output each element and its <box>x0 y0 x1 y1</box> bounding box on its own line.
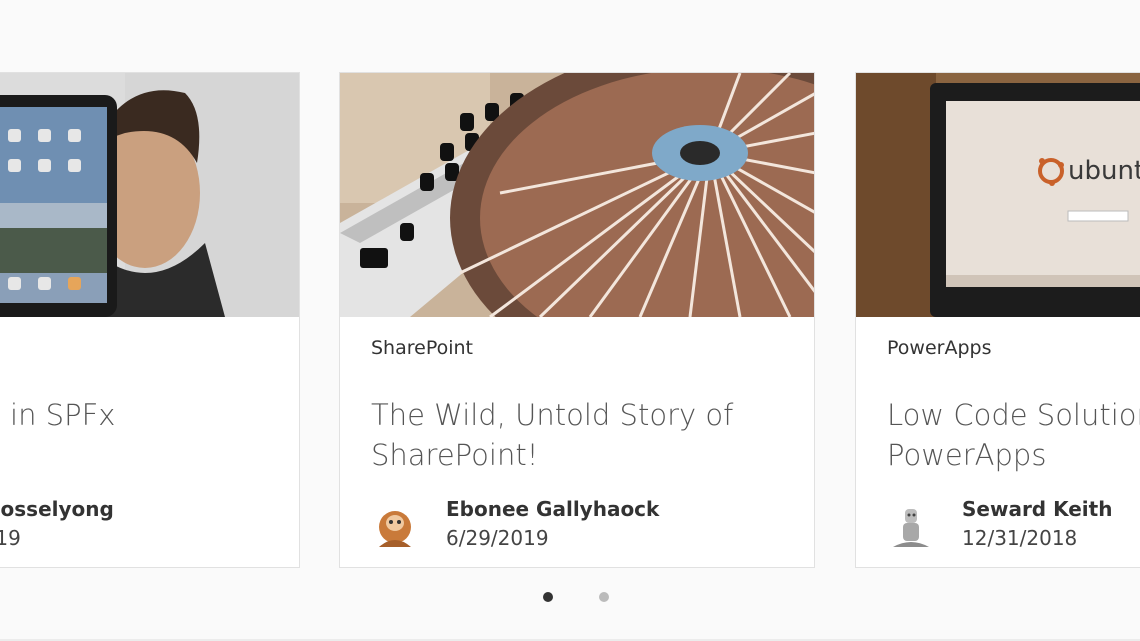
author-name: Ebonee Gallyhaock <box>446 497 660 521</box>
ubuntu-logo-text: ubuntu <box>1068 156 1140 186</box>
avatar <box>887 503 935 551</box>
author-date: 12/31/2018 <box>962 526 1078 550</box>
card-author: Seward Keith 12/31/2018 <box>887 493 1140 553</box>
avatar <box>371 503 419 551</box>
pagination-dot[interactable] <box>599 592 609 602</box>
carousel-pagination <box>0 592 1140 604</box>
news-card[interactable]: Web Parts in SPFx Lani Bosselyong 7/4/20… <box>0 72 300 568</box>
card-category: PowerApps <box>887 337 992 359</box>
card-title[interactable]: The Wild, Untold Story of SharePoint! <box>371 395 791 475</box>
news-card[interactable]: SharePoint The Wild, Untold Story of Sha… <box>339 72 815 568</box>
card-thumbnail-turntable <box>340 73 814 317</box>
author-date: 7/4/2019 <box>0 526 21 550</box>
card-title[interactable]: Low Code Solutions: PowerApps <box>887 395 1140 475</box>
card-author: Lani Bosselyong 7/4/2019 <box>0 493 296 553</box>
author-date: 6/29/2019 <box>446 526 549 550</box>
card-category: SharePoint <box>371 337 474 359</box>
news-carousel: Web Parts in SPFx Lani Bosselyong 7/4/20… <box>0 0 1140 641</box>
news-card[interactable]: ubuntu PowerApps Low Code Solutions: Pow… <box>855 72 1140 568</box>
pagination-dot-active[interactable] <box>543 592 553 602</box>
card-thumbnail-ubuntu: ubuntu <box>856 73 1140 317</box>
card-author: Ebonee Gallyhaock 6/29/2019 <box>371 493 811 553</box>
author-name: Seward Keith <box>962 497 1113 521</box>
card-title[interactable]: Web Parts in SPFx <box>0 395 276 435</box>
card-thumbnail-ipad <box>0 73 299 317</box>
author-name: Lani Bosselyong <box>0 497 114 521</box>
